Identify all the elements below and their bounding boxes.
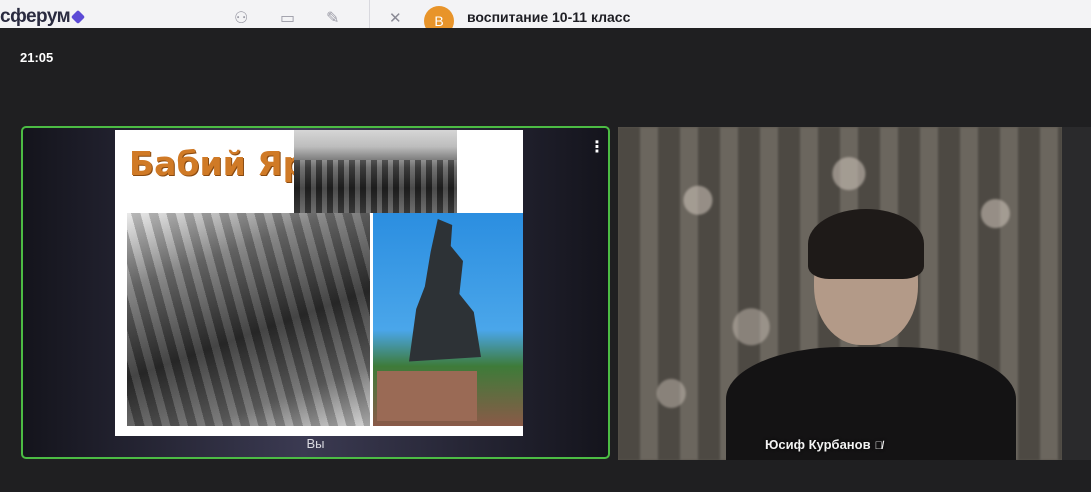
brand-logo-icon [71, 9, 86, 25]
archive-icon[interactable]: ▭ [280, 8, 295, 28]
monument-statue [409, 219, 481, 362]
slide-photo-soldiers [127, 213, 370, 426]
call-clock: 21:05 [20, 50, 54, 65]
call-overlay: 21:05 Бабий Яр ⋮ Вы Юсиф Курбанов 🎙̸ [0, 28, 1091, 492]
app-topbar: сферум ⚇ ▭ ✎ ✕ В воспитание 10-11 класс [0, 0, 1091, 36]
participant-name-label: Юсиф Курбанов 🎙̸ [765, 437, 883, 452]
slide-photo-crowd [294, 130, 457, 213]
self-video-tile[interactable]: Бабий Яр ⋮ Вы [21, 126, 610, 459]
app-logo[interactable]: сферум [0, 6, 86, 28]
add-user-icon[interactable]: ⚇ [234, 8, 248, 28]
brand-name: сферум [0, 6, 71, 27]
participant-hair [808, 209, 924, 279]
mic-off-icon: 🎙̸ [874, 440, 883, 452]
more-options-icon[interactable]: ⋮ [589, 140, 605, 156]
close-icon[interactable]: ✕ [389, 9, 402, 27]
edit-icon[interactable]: ✎ [326, 8, 339, 28]
tile-edge [1062, 127, 1091, 460]
slide-photo-monument [373, 213, 523, 426]
slide-title: Бабий Яр [129, 144, 307, 183]
divider [369, 0, 370, 28]
self-tile-label: Вы [306, 436, 325, 451]
participant-name: Юсиф Курбанов [765, 437, 871, 452]
monument-pedestal [377, 371, 477, 421]
shared-slide: Бабий Яр [115, 130, 523, 436]
chat-title: воспитание 10-11 класс [467, 9, 631, 25]
remote-video-tile[interactable]: Юсиф Курбанов 🎙̸ [618, 127, 1062, 460]
